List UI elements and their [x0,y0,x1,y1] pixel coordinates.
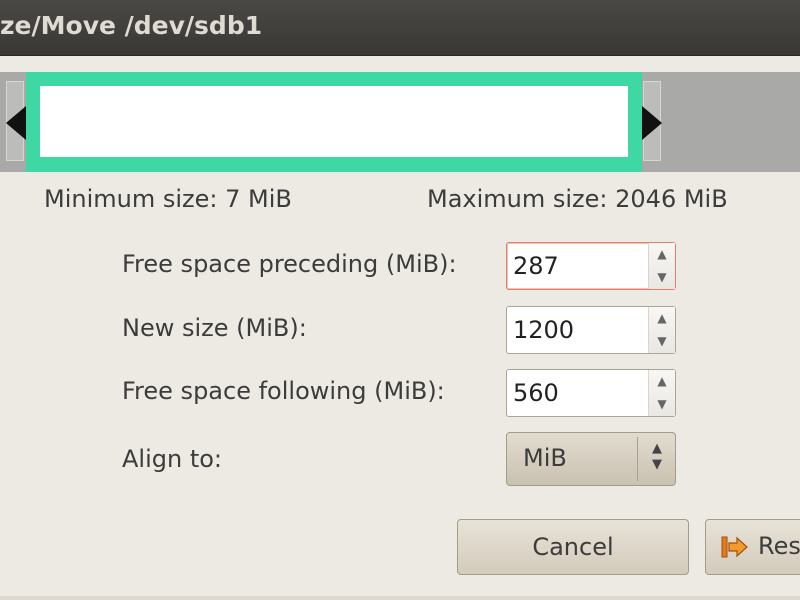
spin-buttons: ▲ ▼ [648,370,675,416]
spin-buttons: ▲ ▼ [648,243,675,289]
spin-down-icon[interactable]: ▼ [649,266,675,289]
partition-bar[interactable] [26,72,642,172]
maximum-size-label: Maximum size: 2046 MiB [427,185,728,213]
free-space-following-input[interactable] [513,376,643,410]
align-to-select[interactable]: MiB ▲ ▼ [506,432,676,486]
new-size-spinbox[interactable]: ▲ ▼ [506,306,676,354]
combo-arrows-icon: ▲ ▼ [652,441,662,472]
free-space-preceding-label: Free space preceding (MiB): [122,250,457,278]
new-size-label: New size (MiB): [122,314,307,342]
title-bar: ze/Move /dev/sdb1 [0,0,800,56]
window-title: ze/Move /dev/sdb1 [0,11,263,40]
dialog-bottom-edge [0,596,800,600]
resize-arrow-icon [721,536,748,558]
resize-move-button[interactable]: Res [705,519,800,575]
spin-up-icon[interactable]: ▲ [649,307,675,330]
spin-up-icon[interactable]: ▲ [649,370,675,393]
free-space-preceding-input[interactable] [513,249,643,283]
spin-buttons: ▲ ▼ [648,307,675,353]
free-space-following-spinbox[interactable]: ▲ ▼ [506,369,676,417]
new-size-input[interactable] [513,313,643,347]
free-space-preceding-spinbox[interactable]: ▲ ▼ [506,242,676,290]
right-arrow-icon[interactable] [642,106,662,140]
align-to-label: Align to: [122,445,223,473]
spin-down-icon[interactable]: ▼ [649,393,675,416]
spin-up-icon[interactable]: ▲ [649,243,675,266]
minimum-size-label: Minimum size: 7 MiB [44,185,292,213]
cancel-button[interactable]: Cancel [457,519,689,575]
left-arrow-icon[interactable] [6,106,26,140]
align-to-value: MiB [523,444,567,472]
partition-resizer[interactable] [0,72,800,172]
combo-separator [637,437,638,481]
spin-down-icon[interactable]: ▼ [649,330,675,353]
free-space-following-label: Free space following (MiB): [122,377,445,405]
partition-used-area [40,86,628,157]
resize-button-label: Res [758,532,800,560]
